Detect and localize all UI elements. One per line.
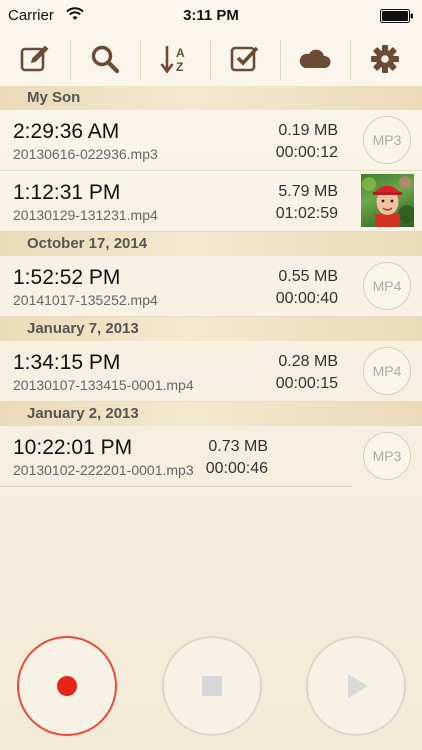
recording-filename: 20141017-135252.mp4 xyxy=(13,292,158,308)
play-button[interactable] xyxy=(306,636,406,736)
record-button[interactable] xyxy=(17,636,117,736)
recording-title: 1:12:31 PM xyxy=(13,181,121,204)
recording-duration: 00:00:46 xyxy=(205,460,268,477)
recording-row[interactable]: 1:52:52 PM 20141017-135252.mp4 0.55 MB 0… xyxy=(0,256,422,317)
recording-duration: 00:00:12 xyxy=(275,144,338,161)
format-badge: MP3 xyxy=(363,432,411,480)
select-button[interactable] xyxy=(210,32,280,86)
recording-row[interactable]: 10:22:01 PM 20130102-222201-0001.mp3 0.7… xyxy=(0,426,411,487)
recording-size: 5.79 MB xyxy=(278,183,338,200)
toolbar: A Z xyxy=(0,32,422,86)
format-badge: MP4 xyxy=(363,347,411,395)
sort-button[interactable]: A Z xyxy=(140,32,210,86)
play-icon xyxy=(348,674,368,698)
recording-row[interactable]: 1:12:31 PM 20130129-131231.mp4 5.79 MB 0… xyxy=(0,171,422,232)
recording-title: 1:52:52 PM xyxy=(13,266,121,289)
format-badge: MP4 xyxy=(363,262,411,310)
recording-row[interactable]: 2:29:36 AM 20130616-022936.mp3 0.19 MB 0… xyxy=(0,110,422,171)
recording-filename: 20130616-022936.mp3 xyxy=(13,146,158,162)
recording-row[interactable]: 1:34:15 PM 20130107-133415-0001.mp4 0.28… xyxy=(0,341,422,402)
recording-duration: 00:00:15 xyxy=(275,375,338,392)
format-badge: MP3 xyxy=(363,116,411,164)
status-bar: Carrier 3:11 PM xyxy=(0,0,422,32)
sort-letter-a: A xyxy=(176,46,185,60)
recording-duration: 00:00:40 xyxy=(275,290,338,307)
gear-icon xyxy=(371,45,399,73)
sort-az-icon: A Z xyxy=(160,46,185,74)
recording-filename: 20130129-131231.mp4 xyxy=(13,207,158,223)
sort-letter-z: Z xyxy=(176,60,183,74)
section-header: January 7, 2013 xyxy=(0,317,422,341)
status-time: 3:11 PM xyxy=(183,7,239,24)
recording-title: 2:29:36 AM xyxy=(13,120,120,143)
battery-icon xyxy=(380,9,414,23)
settings-button[interactable] xyxy=(350,32,420,86)
stop-icon xyxy=(202,676,222,696)
search-icon xyxy=(91,45,120,74)
cloud-button[interactable] xyxy=(280,32,350,86)
recording-size: 0.55 MB xyxy=(278,268,338,285)
section-header: October 17, 2014 xyxy=(0,232,422,256)
record-icon xyxy=(57,676,77,696)
recording-filename: 20130107-133415-0001.mp4 xyxy=(13,377,194,393)
recording-duration: 01:02:59 xyxy=(275,205,338,222)
recording-size: 0.28 MB xyxy=(278,353,338,370)
recordings-list: My Son 2:29:36 AM 20130616-022936.mp3 0.… xyxy=(0,86,422,487)
playback-controls xyxy=(0,636,422,736)
section-header: My Son xyxy=(0,86,422,110)
cloud-icon xyxy=(299,49,331,68)
edit-button[interactable] xyxy=(0,32,70,86)
video-thumbnail xyxy=(361,174,414,227)
recording-title: 1:34:15 PM xyxy=(13,351,121,374)
checkbox-icon xyxy=(230,46,259,72)
stop-button[interactable] xyxy=(162,636,262,736)
search-button[interactable] xyxy=(70,32,140,86)
recording-size: 0.73 MB xyxy=(208,438,268,455)
section-header: January 2, 2013 xyxy=(0,402,422,426)
recording-title: 10:22:01 PM xyxy=(13,436,133,459)
edit-icon xyxy=(20,45,49,72)
recording-filename: 20130102-222201-0001.mp3 xyxy=(13,462,194,478)
recording-size: 0.19 MB xyxy=(278,122,338,139)
